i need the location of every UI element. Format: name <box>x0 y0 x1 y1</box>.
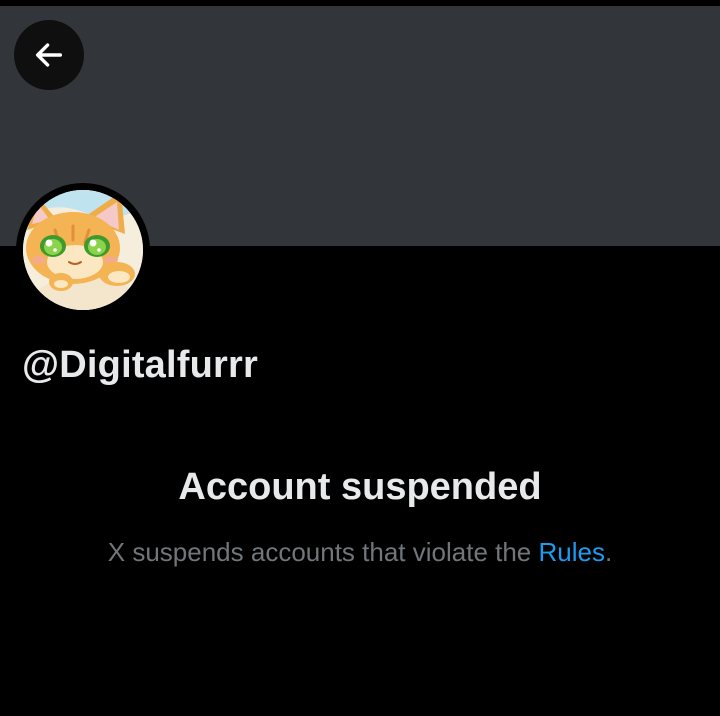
suspension-notice: Account suspended X suspends accounts th… <box>0 466 720 568</box>
avatar[interactable] <box>23 190 143 310</box>
rules-link[interactable]: Rules <box>539 537 605 567</box>
description-text: X suspends accounts that violate the <box>107 537 539 567</box>
back-button[interactable] <box>14 20 84 90</box>
profile-page: @Digitalfurrr Account suspended X suspen… <box>0 0 720 716</box>
suspension-title: Account suspended <box>178 466 542 508</box>
arrow-left-icon <box>35 43 63 67</box>
description-end: . <box>604 537 613 567</box>
avatar-container[interactable] <box>16 183 150 317</box>
profile-handle: @Digitalfurrr <box>22 344 258 386</box>
suspension-description: X suspends accounts that violate the Rul… <box>0 537 720 568</box>
cat-avatar-illustration <box>23 190 143 310</box>
